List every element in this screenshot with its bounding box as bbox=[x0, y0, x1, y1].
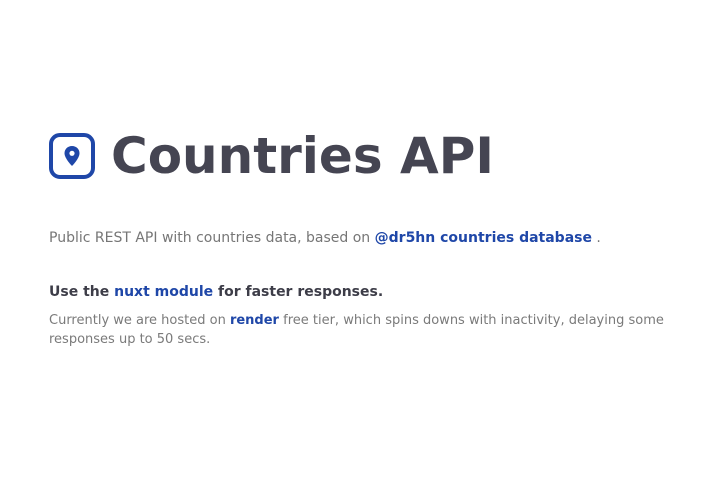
map-pin-icon bbox=[49, 133, 95, 179]
page: Countries API Public REST API with count… bbox=[0, 0, 720, 480]
nuxt-module-link[interactable]: nuxt module bbox=[114, 284, 213, 300]
module-text-after: for faster responses. bbox=[213, 284, 384, 300]
page-title: Countries API bbox=[111, 127, 494, 185]
intro-text: Public REST API with countries data, bas… bbox=[49, 230, 601, 246]
intro-text-before: Public REST API with countries data, bas… bbox=[49, 230, 375, 246]
hero: Countries API bbox=[49, 128, 494, 184]
dr5hn-database-link[interactable]: @dr5hn countries database bbox=[375, 230, 592, 246]
module-text-before: Use the bbox=[49, 284, 115, 300]
module-heading: Use the nuxt module for faster responses… bbox=[49, 284, 383, 300]
note-text-before: Currently we are hosted on bbox=[49, 313, 230, 328]
intro-text-after: . bbox=[591, 230, 601, 246]
render-link[interactable]: render bbox=[230, 313, 279, 328]
hosting-note: Currently we are hosted on render free t… bbox=[49, 311, 679, 349]
